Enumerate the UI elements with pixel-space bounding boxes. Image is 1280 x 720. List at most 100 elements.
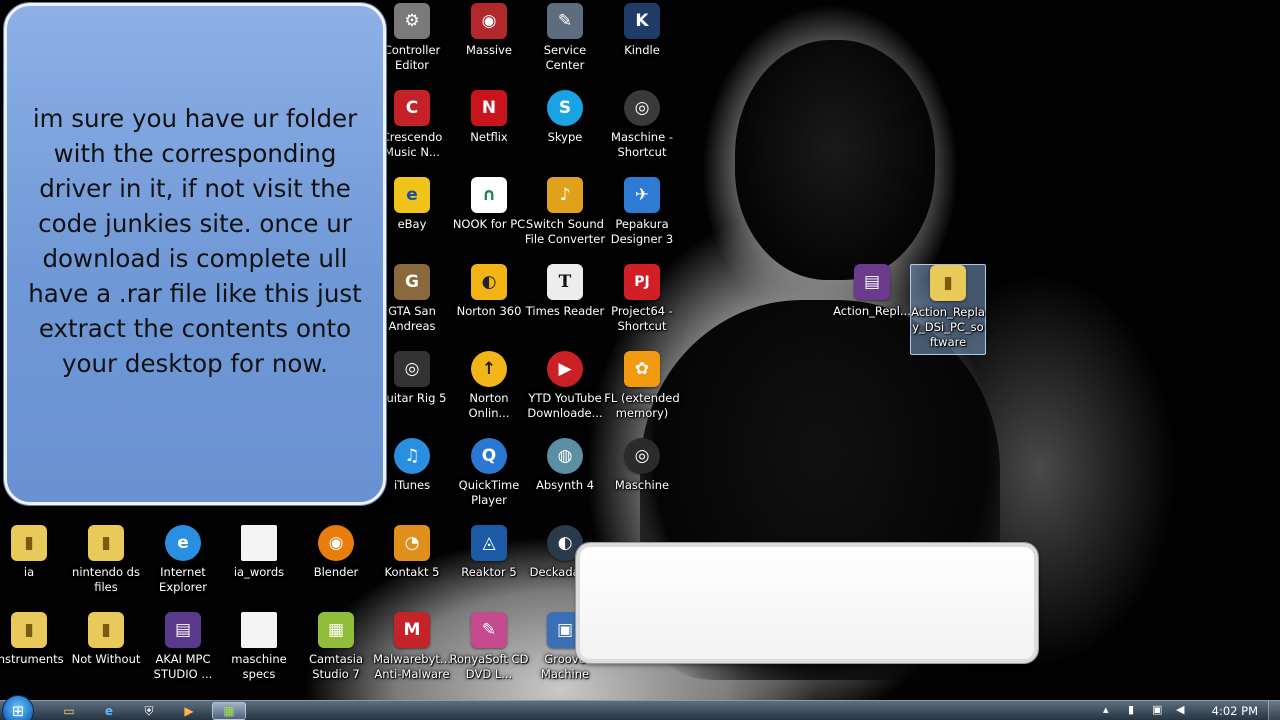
desktop-icon-kindle[interactable]: K Kindle	[604, 3, 680, 58]
taskbar: ⊞ ▭ e ⛨ ▶ ▦ ▴ ▮ ▣ ◀ 4:02 PM	[0, 695, 1280, 720]
shield-icon: ⛨	[144, 703, 154, 718]
taskbar-internet-explorer-button[interactable]: e	[92, 702, 126, 720]
signal-bars-icon[interactable]: ▮	[1128, 703, 1135, 716]
show-hidden-icons-icon[interactable]: ▴	[1103, 703, 1109, 716]
folder-icon: ▮	[11, 612, 47, 648]
kontakt-icon: ◔	[394, 525, 430, 561]
taskbar-media-player-button[interactable]: ▶	[172, 702, 206, 720]
desktop-icon-label: maschine specs	[231, 652, 287, 681]
desktop-icon-folder-nintendo-ds-files[interactable]: ▮ nintendo ds files	[68, 525, 144, 595]
desktop-icon-label: Absynth 4	[535, 478, 595, 492]
desktop-icon-service-center[interactable]: ✎ Service Center	[527, 3, 603, 73]
desktop-icon-label: Camtasia Studio 7	[308, 652, 364, 681]
desktop-icon-label: Malwarebyt... Anti-Malware	[373, 652, 451, 681]
volume-icon[interactable]: ◀	[1176, 703, 1184, 716]
desktop-icon-blender[interactable]: ◉ Blender	[298, 525, 374, 580]
project64-icon: PJ	[624, 264, 660, 300]
desktop-icon-folder-instruments[interactable]: ▮ Instruments	[0, 612, 67, 667]
desktop-icon-label: Massive	[465, 43, 513, 57]
desktop-icon-label: Switch Sound File Converter	[524, 217, 606, 246]
desktop-icon-label: QuickTime Player	[458, 478, 520, 507]
network-icon[interactable]: ▣	[1152, 703, 1162, 716]
instruction-text: im sure you have ur folder with the corr…	[28, 104, 362, 378]
desktop-icon-times-reader[interactable]: T Times Reader	[526, 264, 604, 319]
desktop-icon-label: ia_words	[233, 565, 285, 579]
camtasia-icon: ▦	[318, 612, 354, 648]
desktop-icon-reaktor[interactable]: ◬ Reaktor 5	[451, 525, 527, 580]
play-icon: ▶	[184, 704, 194, 718]
windows-logo-icon: ⊞	[11, 702, 25, 720]
archive-icon: ▤	[165, 612, 201, 648]
desktop-icon-quicktime[interactable]: Q QuickTime Player	[451, 438, 527, 508]
crescendo-icon: C	[394, 90, 430, 126]
desktop-icon-label: Maschine - Shortcut	[611, 130, 673, 159]
desktop-icon-maschine-shortcut[interactable]: ◎ Maschine - Shortcut	[604, 90, 680, 160]
desktop-icon-label: Instruments	[0, 652, 64, 666]
desktop-icon-label: Skype	[547, 130, 583, 144]
desktop-icon-fl-studio[interactable]: ✿ FL (extended memory)	[604, 351, 680, 421]
desktop-icon-pepakura[interactable]: ✈ Pepakura Designer 3	[604, 177, 680, 247]
instruction-callout: im sure you have ur folder with the corr…	[4, 3, 386, 505]
netflix-icon: N	[471, 90, 507, 126]
desktop-icon-project64[interactable]: PJ Project64 - Shortcut	[604, 264, 680, 334]
start-button[interactable]: ⊞	[2, 695, 34, 720]
ronyasoft-icon: ✎	[471, 612, 507, 648]
desktop-icon-malwarebytes[interactable]: M Malwarebyt... Anti-Malware	[373, 612, 451, 682]
document-icon	[241, 525, 277, 561]
desktop-icon-label: Project64 - Shortcut	[611, 304, 673, 333]
desktop-icon-absynth[interactable]: ◍ Absynth 4	[527, 438, 603, 493]
blank-callout	[576, 543, 1038, 663]
desktop-icon-label: Reaktor 5	[461, 565, 517, 579]
folder-icon: ▮	[88, 612, 124, 648]
desktop-icon-label: Not Without	[71, 652, 141, 666]
taskbar-security-button[interactable]: ⛨	[132, 702, 166, 720]
desktop-icon-netflix[interactable]: N Netflix	[451, 90, 527, 145]
desktop-icon-norton-online[interactable]: ↑ Norton Onlin...	[451, 351, 527, 421]
desktop-icon-switch-sound[interactable]: ♪ Switch Sound File Converter	[524, 177, 606, 247]
desktop-icon-folder-ia[interactable]: ▮ ia	[0, 525, 67, 580]
document-icon	[241, 612, 277, 648]
taskbar-explorer-button[interactable]: ▭	[52, 702, 86, 720]
blender-icon: ◉	[318, 525, 354, 561]
desktop-icon-internet-explorer[interactable]: e Internet Explorer	[145, 525, 221, 595]
kindle-icon: K	[624, 3, 660, 39]
folder-icon: ▮	[88, 525, 124, 561]
desktop-icon-action-replay-rar[interactable]: ▤ Action_Repl...	[833, 264, 911, 319]
taskbar-camtasia-recorder-button[interactable]: ▦	[212, 702, 246, 720]
internet-explorer-icon: e	[165, 525, 201, 561]
desktop-icon-folder-not-without[interactable]: ▮ Not Without	[68, 612, 144, 667]
service-center-icon: ✎	[547, 3, 583, 39]
desktop-icon-label: Action_Repl...	[833, 304, 911, 318]
desktop-icon-label: nintendo ds files	[72, 565, 140, 594]
desktop-icon-ronyasoft[interactable]: ✎ RonyaSoft CD DVD L...	[450, 612, 528, 682]
desktop-icon-label: Norton 360	[456, 304, 522, 318]
desktop-icon-skype[interactable]: S Skype	[527, 90, 603, 145]
desktop-icon-nook[interactable]: ∩ NOOK for PC	[451, 177, 527, 232]
desktop-icon-kontakt[interactable]: ◔ Kontakt 5	[374, 525, 450, 580]
guitar-rig-icon: ◎	[394, 351, 430, 387]
absynth-icon: ◍	[547, 438, 583, 474]
internet-explorer-icon: e	[104, 704, 114, 718]
quicktime-icon: Q	[471, 438, 507, 474]
show-desktop-button[interactable]	[1268, 701, 1280, 720]
folder-icon: ▭	[63, 704, 75, 718]
desktop-icon-norton-360[interactable]: ◐ Norton 360	[451, 264, 527, 319]
desktop-icon-label: Norton Onlin...	[468, 391, 510, 420]
skype-icon: S	[547, 90, 583, 126]
desktop-icon-maschine-specs[interactable]: maschine specs	[221, 612, 297, 682]
desktop-icon-action-replay-folder[interactable]: ▮ Action_Replay_DSi_PC_software	[910, 264, 986, 355]
desktop-icon-ia-words[interactable]: ia_words	[221, 525, 297, 580]
desktop-icon-maschine[interactable]: ◎ Maschine	[604, 438, 680, 493]
fl-studio-icon: ✿	[624, 351, 660, 387]
massive-icon: ◉	[471, 3, 507, 39]
desktop-icon-ytd-downloader[interactable]: ▶ YTD YouTube Downloade...	[527, 351, 603, 421]
recorder-icon: ▦	[223, 704, 235, 718]
desktop-icon-massive[interactable]: ◉ Massive	[451, 3, 527, 58]
desktop-icon-akai-mpc-studio[interactable]: ▤ AKAI MPC STUDIO ...	[145, 612, 221, 682]
pepakura-icon: ✈	[624, 177, 660, 213]
taskbar-clock[interactable]: 4:02 PM	[1212, 704, 1258, 718]
folder-icon: ▮	[930, 265, 966, 301]
times-reader-icon: T	[547, 264, 583, 300]
desktop-icon-camtasia[interactable]: ▦ Camtasia Studio 7	[298, 612, 374, 682]
ebay-icon: e	[394, 177, 430, 213]
